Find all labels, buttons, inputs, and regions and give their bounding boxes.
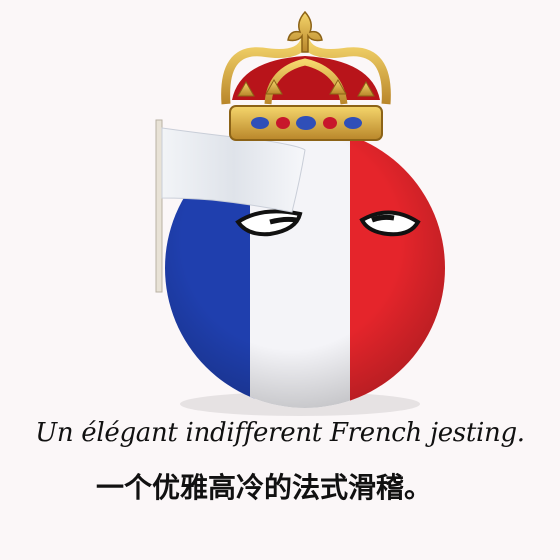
english-caption: Un élégant indifferent French jesting. [35,418,525,448]
flag-pole [155,119,163,293]
crown-fleur-de-lis [287,10,323,53]
chinese-caption: 一个优雅高冷的法式滑稽。 [96,471,433,504]
meme-canvas: Un élégant indifferent French jesting. 一… [0,0,560,560]
royal-crown [221,10,391,141]
